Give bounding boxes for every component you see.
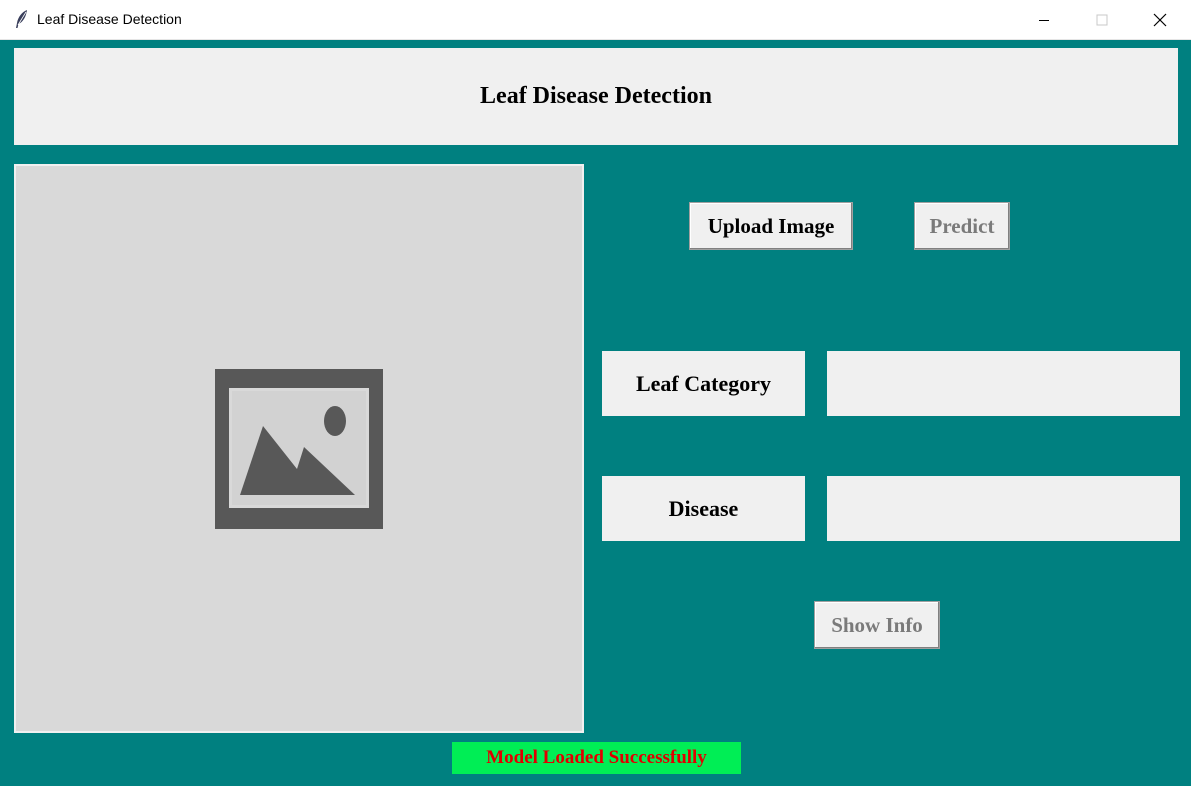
disease-value — [827, 476, 1180, 541]
predict-button[interactable]: Predict — [914, 202, 1010, 250]
header-panel: Leaf Disease Detection — [14, 48, 1178, 145]
disease-label: Disease — [602, 476, 805, 541]
client-area: Leaf Disease Detection Upload Image Pred… — [0, 40, 1191, 786]
image-preview-panel — [14, 164, 584, 733]
page-title: Leaf Disease Detection — [480, 83, 712, 109]
close-button[interactable] — [1131, 0, 1189, 39]
minimize-icon — [1039, 19, 1049, 21]
show-info-button[interactable]: Show Info — [814, 601, 940, 649]
app-window: Leaf Disease Detection Leaf Disease Dete… — [0, 0, 1191, 786]
maximize-icon — [1096, 14, 1108, 25]
maximize-button[interactable] — [1073, 0, 1131, 39]
status-message: Model Loaded Successfully — [452, 742, 741, 774]
image-placeholder-icon — [215, 369, 383, 529]
upload-image-button[interactable]: Upload Image — [689, 202, 853, 250]
minimize-button[interactable] — [1015, 0, 1073, 39]
close-icon — [1153, 13, 1167, 26]
leaf-category-label: Leaf Category — [602, 351, 805, 416]
leaf-category-value — [827, 351, 1180, 416]
title-bar[interactable]: Leaf Disease Detection — [0, 0, 1191, 40]
window-title: Leaf Disease Detection — [37, 11, 182, 27]
feather-icon — [16, 10, 27, 28]
